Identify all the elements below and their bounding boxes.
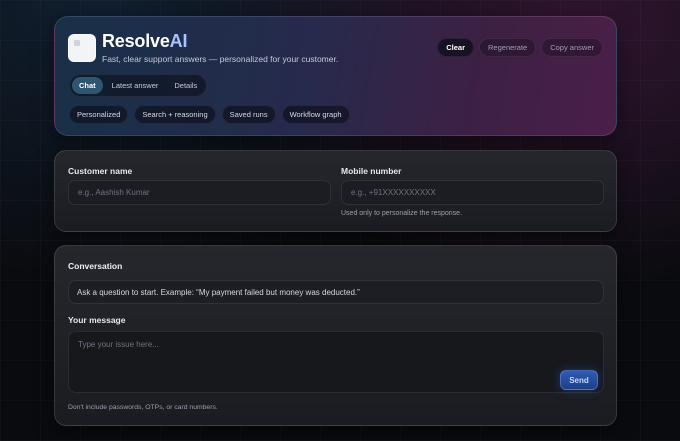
tab-details[interactable]: Details bbox=[167, 77, 204, 94]
conversation-title: Conversation bbox=[68, 261, 123, 271]
message-textarea[interactable] bbox=[68, 331, 604, 393]
feature-chips: Personalized Search + reasoning Saved ru… bbox=[69, 105, 350, 124]
app-title: ResolveAI bbox=[102, 31, 187, 52]
mobile-number-label: Mobile number bbox=[341, 166, 402, 176]
regenerate-button[interactable]: Regenerate bbox=[479, 38, 537, 57]
view-tabs: Chat Latest answer Details bbox=[69, 74, 208, 97]
app-logo bbox=[68, 34, 96, 62]
tab-latest-answer[interactable]: Latest answer bbox=[105, 77, 166, 94]
header-card: ResolveAI Fast, clear support answers — … bbox=[54, 16, 617, 136]
conversation-empty-state: Ask a question to start. Example: “My pa… bbox=[68, 280, 604, 304]
clear-button[interactable]: Clear bbox=[437, 38, 475, 57]
mobile-hint: Used only to personalize the response. bbox=[341, 210, 463, 217]
app-tagline: Fast, clear support answers — personaliz… bbox=[102, 54, 339, 64]
tab-chat[interactable]: Chat bbox=[72, 77, 103, 94]
send-button[interactable]: Send bbox=[560, 370, 598, 390]
chip-personalized[interactable]: Personalized bbox=[69, 105, 129, 124]
header-actions: Clear Regenerate Copy answer bbox=[437, 38, 603, 57]
mobile-number-input[interactable] bbox=[341, 180, 604, 205]
brand-accent: AI bbox=[169, 31, 188, 51]
brand-main: Resolve bbox=[102, 31, 170, 51]
message-label: Your message bbox=[68, 315, 126, 325]
customer-name-label: Customer name bbox=[68, 166, 133, 176]
copy-answer-button[interactable]: Copy answer bbox=[541, 38, 603, 57]
customer-name-input[interactable] bbox=[68, 180, 331, 205]
chip-workflow-graph[interactable]: Workflow graph bbox=[281, 105, 350, 124]
conversation-card: Conversation Ask a question to start. Ex… bbox=[54, 245, 617, 426]
chip-search-reasoning[interactable]: Search + reasoning bbox=[134, 105, 216, 124]
chip-saved-runs[interactable]: Saved runs bbox=[221, 105, 276, 124]
privacy-footnote: Don't include passwords, OTPs, or card n… bbox=[68, 404, 218, 411]
customer-details-card: Customer name Mobile number Used only to… bbox=[54, 150, 617, 232]
